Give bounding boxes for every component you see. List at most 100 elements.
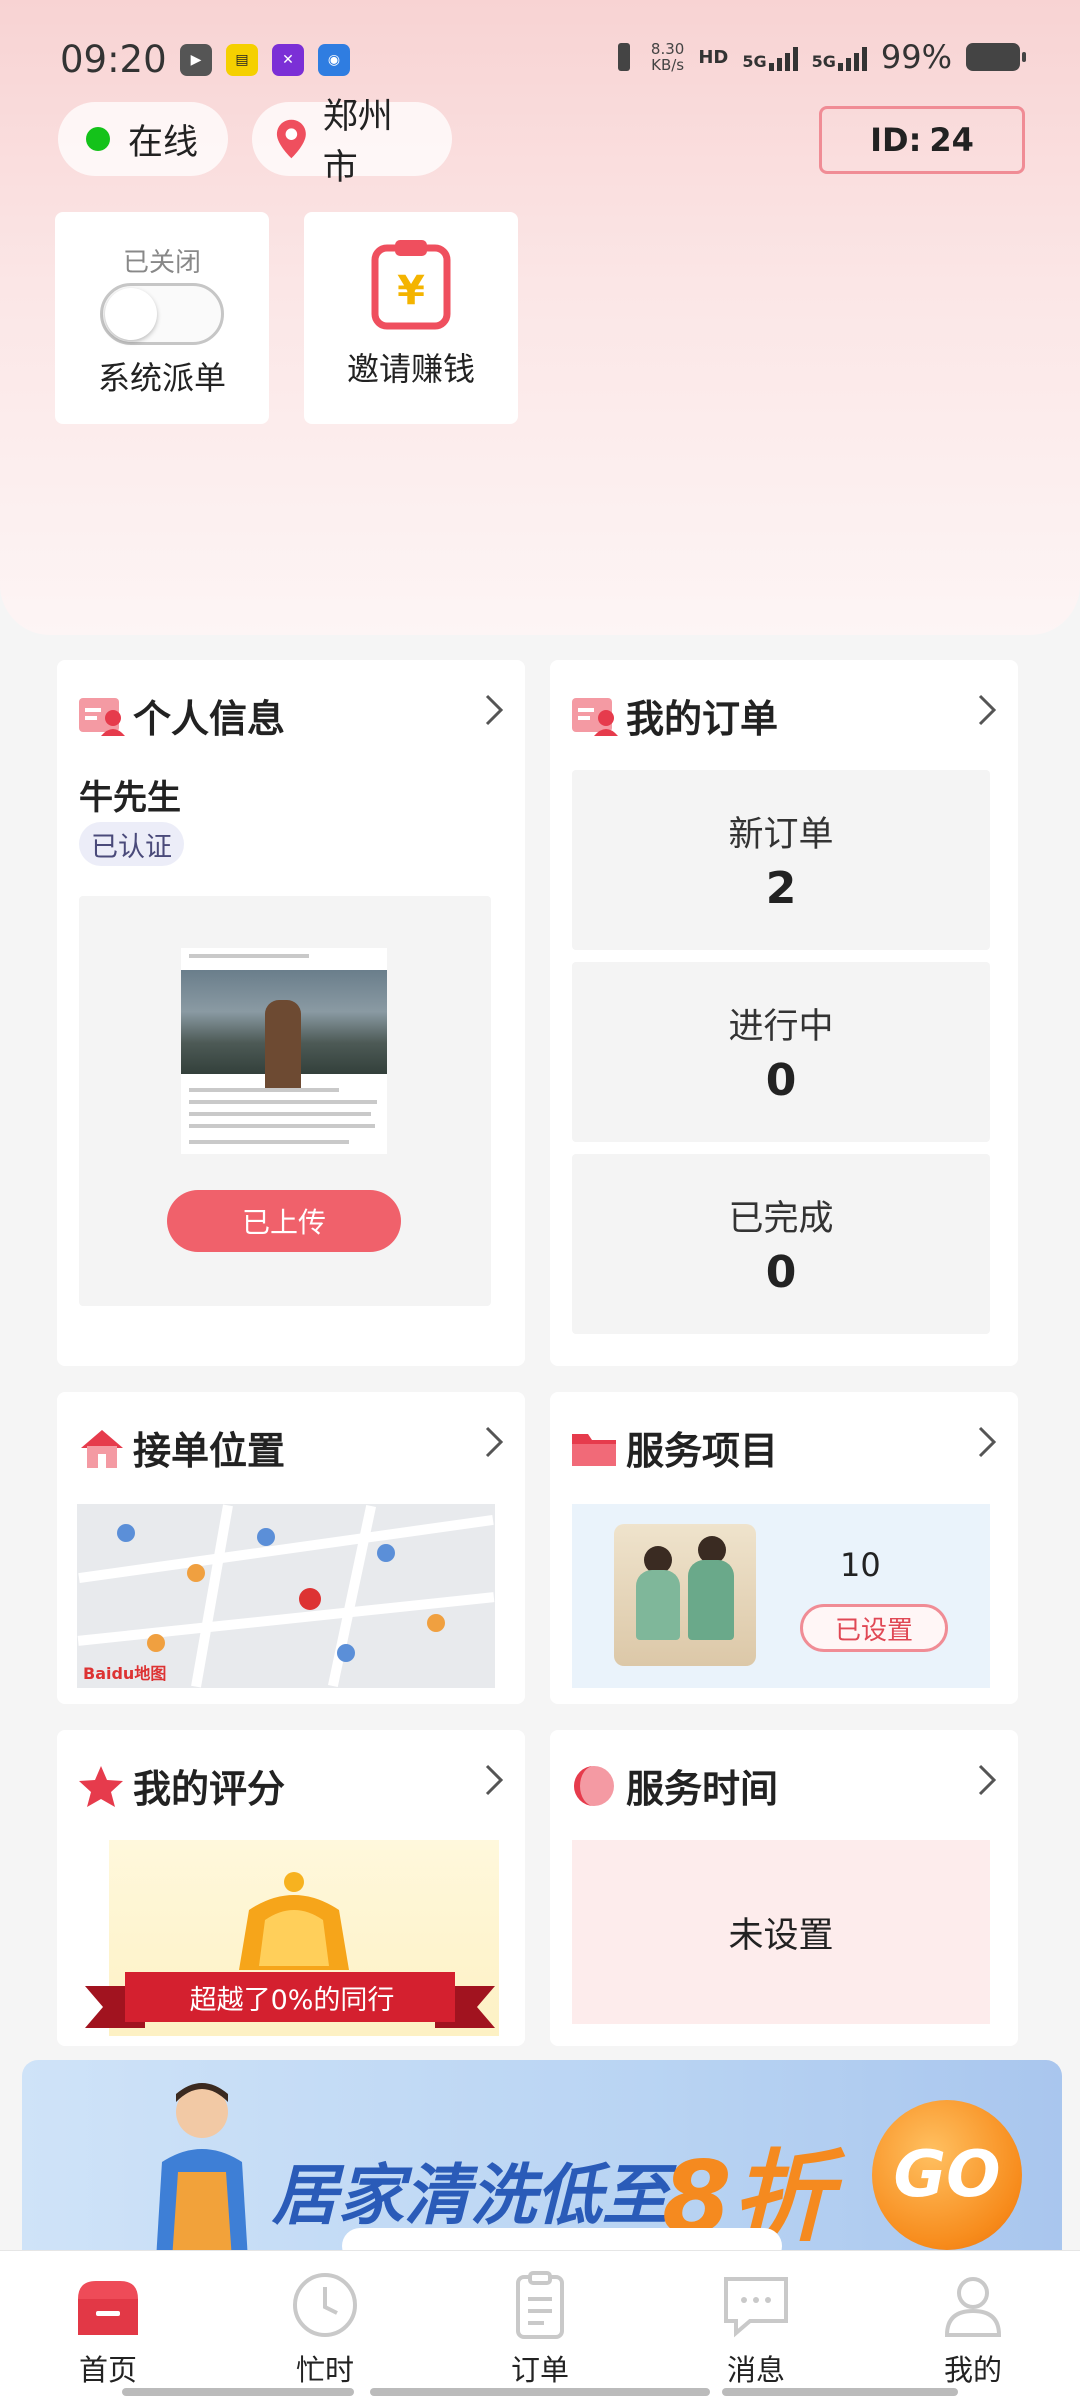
- order-label: 进行中: [728, 1007, 834, 1047]
- sim2-label: 5G: [811, 52, 836, 71]
- order-label: 已完成: [728, 1199, 834, 1239]
- doc-line: [189, 1140, 349, 1144]
- card-header: 服务项目: [570, 1420, 778, 1475]
- map-road: [327, 1504, 377, 1688]
- invite-earn-tile[interactable]: ¥ 邀请赚钱: [304, 212, 518, 424]
- service-configured-button[interactable]: 已设置: [800, 1604, 948, 1652]
- tab-home[interactable]: 首页: [38, 2269, 178, 2389]
- service-time-card[interactable]: 服务时间 未设置: [550, 1730, 1018, 2046]
- map-poi-icon: [117, 1524, 135, 1542]
- sim1-label: 5G: [742, 52, 767, 71]
- doc-line: [189, 1112, 371, 1116]
- dispatch-status: 已关闭: [122, 248, 201, 278]
- video-app-icon: ✕: [272, 44, 304, 76]
- system-dispatch-tile[interactable]: 已关闭 系统派单: [55, 212, 269, 424]
- order-count: 0: [765, 1247, 797, 1298]
- card-title: 我的订单: [626, 697, 779, 741]
- chevron-right-icon[interactable]: [475, 1424, 511, 1460]
- folder-icon: [572, 1433, 616, 1466]
- chevron-right-icon[interactable]: [968, 1424, 1004, 1460]
- star-icon: [79, 1765, 123, 1807]
- vibrate-icon: [611, 41, 637, 73]
- status-time: 09:20: [60, 38, 167, 81]
- card-title: 我的评分: [133, 1767, 286, 1811]
- chevron-right-icon[interactable]: [475, 1762, 511, 1798]
- gesture-bar: [370, 2388, 710, 2396]
- gesture-bar: [722, 2388, 958, 2396]
- chevron-right-icon[interactable]: [968, 692, 1004, 728]
- tab-busy-time[interactable]: 忙时: [255, 2269, 395, 2389]
- tab-orders[interactable]: 订单: [470, 2269, 610, 2389]
- tab-label: 订单: [510, 2353, 569, 2387]
- banner-headline: 居家清洗低至: [272, 2157, 668, 2234]
- my-rating-card[interactable]: 我的评分 超越了0%的同行: [57, 1730, 525, 2046]
- personal-info-card[interactable]: 个人信息 牛先生 已认证 已上传: [57, 660, 525, 1366]
- city-chip[interactable]: 郑州市: [252, 97, 452, 188]
- card-title: 服务时间: [626, 1767, 779, 1811]
- promo-banner[interactable]: 居家清洗低至 8折 GO: [22, 2060, 1062, 2260]
- crown-icon: [239, 1872, 349, 1970]
- order-label: 新订单: [728, 815, 834, 855]
- map-road: [191, 1504, 233, 1688]
- reader-app-icon: ▤: [226, 44, 258, 76]
- user-icon: [944, 2277, 1002, 2337]
- map-poi-icon: [337, 1644, 355, 1662]
- map-poi-icon: [187, 1564, 205, 1582]
- chevron-right-icon[interactable]: [475, 692, 511, 728]
- card-header: 我的订单: [570, 688, 778, 743]
- svg-text:¥: ¥: [397, 268, 425, 314]
- service-items-area[interactable]: 10 已设置: [572, 1504, 990, 1688]
- dispatch-label: 系统派单: [97, 359, 226, 397]
- order-location-card[interactable]: 接单位置 Baidu地图: [57, 1392, 525, 1704]
- card-header: 个人信息: [77, 688, 285, 743]
- city-label: 郑州市: [322, 97, 393, 188]
- uploaded-button[interactable]: 已上传: [167, 1190, 401, 1252]
- tab-label: 忙时: [295, 2353, 354, 2387]
- gesture-bar: [122, 2388, 354, 2396]
- cleaner-illustration: [156, 2083, 248, 2260]
- order-new[interactable]: 新订单 2: [572, 770, 990, 950]
- order-in-progress[interactable]: 进行中 0: [572, 962, 990, 1142]
- verified-badge: 已认证: [79, 822, 184, 866]
- doc-line: [189, 1100, 377, 1104]
- card-header: 我的评分: [77, 1758, 285, 1813]
- card-title: 个人信息: [133, 697, 286, 741]
- dispatch-toggle[interactable]: [100, 283, 224, 345]
- card-title: 接单位置: [133, 1429, 286, 1473]
- network-speed: 8.30 KB/s: [651, 41, 684, 73]
- location-map[interactable]: Baidu地图: [77, 1504, 495, 1688]
- order-completed[interactable]: 已完成 0: [572, 1154, 990, 1334]
- map-poi-icon: [377, 1544, 395, 1562]
- play-app-icon: ▶: [180, 44, 212, 76]
- uploaded-document-thumbnail[interactable]: [181, 948, 387, 1154]
- house-icon: [81, 1429, 123, 1468]
- tab-messages[interactable]: 消息: [686, 2269, 826, 2389]
- service-count: 10: [840, 1546, 881, 1584]
- map-road: [78, 1514, 494, 1584]
- service-photo: [614, 1524, 756, 1666]
- invite-label: 邀请赚钱: [346, 350, 475, 388]
- doc-photo: [181, 970, 387, 1092]
- rating-rank-text: 超越了0%的同行: [189, 1985, 395, 2016]
- online-dot-icon: [86, 127, 110, 151]
- toggle-knob: [105, 288, 157, 340]
- tab-label: 首页: [78, 2353, 137, 2387]
- hd-indicator: HD: [698, 46, 729, 68]
- document-upload-area[interactable]: 已上传: [79, 896, 491, 1306]
- notification-icons: ▶ ▤ ✕ ◉: [180, 44, 350, 76]
- card-title: 服务项目: [626, 1429, 779, 1473]
- tab-profile[interactable]: 我的: [903, 2269, 1043, 2389]
- current-location-pin-icon: [299, 1588, 321, 1610]
- doc-line: [189, 954, 309, 958]
- chevron-right-icon[interactable]: [968, 1762, 1004, 1798]
- id-value: 24: [929, 121, 974, 159]
- service-items-card[interactable]: 服务项目 10 已设置: [550, 1392, 1018, 1704]
- signal-sim2: 5G: [812, 43, 867, 71]
- online-status-chip[interactable]: 在线: [58, 102, 228, 176]
- invite-yuan-icon: ¥: [371, 240, 451, 330]
- tab-label: 消息: [726, 2353, 785, 2387]
- service-time-value[interactable]: 未设置: [572, 1840, 990, 2024]
- my-orders-card[interactable]: 我的订单 新订单 2 进行中 0 已完成 0: [550, 660, 1018, 1366]
- banner-go-button[interactable]: GO: [872, 2100, 1022, 2250]
- clipboard-icon: [516, 2271, 564, 2339]
